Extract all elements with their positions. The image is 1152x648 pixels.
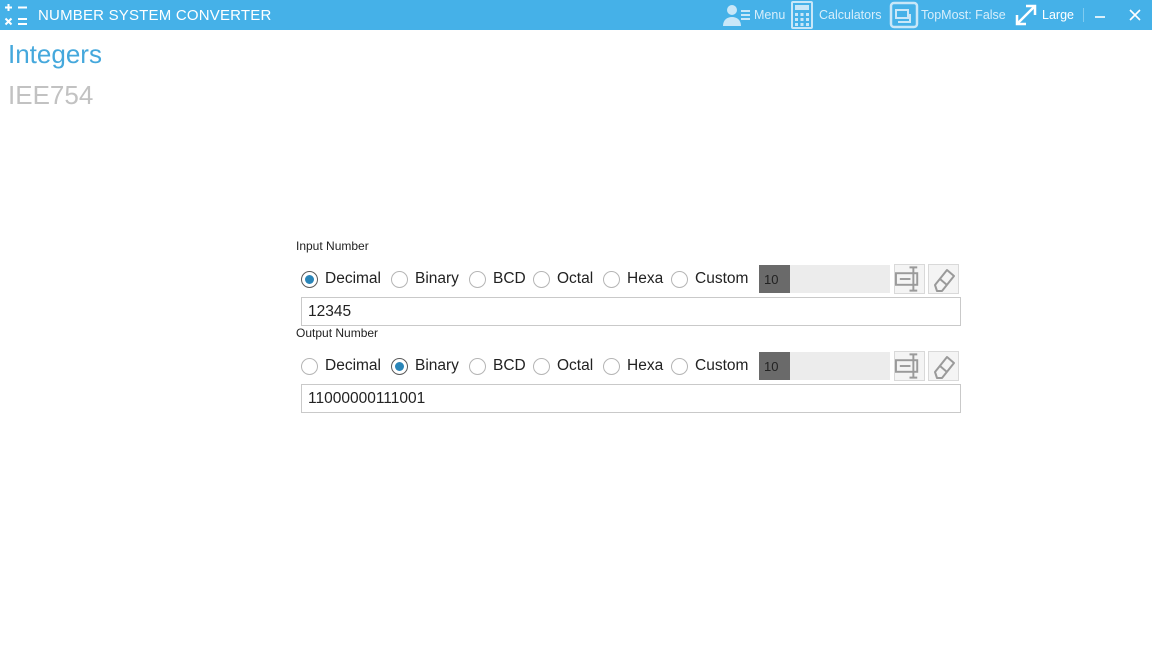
input-number-label: Input Number <box>296 239 369 253</box>
output-radio-decimal[interactable]: Decimal <box>301 352 381 380</box>
output-number-field[interactable] <box>301 384 961 413</box>
radio-circle <box>603 357 620 375</box>
output-custom-base-slider[interactable] <box>790 352 890 380</box>
input-radio-bcd[interactable]: BCD <box>469 265 526 293</box>
output-radio-hexa[interactable]: Hexa <box>603 352 663 380</box>
input-radio-decimal[interactable]: Decimal <box>301 265 381 293</box>
radio-circle <box>603 270 620 288</box>
nav-item-integers[interactable]: Integers <box>8 39 102 70</box>
radio-label: Octal <box>557 357 594 374</box>
radio-circle <box>301 357 318 375</box>
size-label: Large <box>1042 8 1074 22</box>
nav-item-iee754[interactable]: IEE754 <box>8 80 93 111</box>
radio-label: BCD <box>493 270 526 287</box>
radio-label: Decimal <box>325 357 381 374</box>
radio-circle <box>671 357 688 375</box>
calculator-grid-icon <box>2 1 27 26</box>
titlebar-divider <box>1083 8 1084 22</box>
menu-button[interactable]: Menu <box>722 0 785 30</box>
text-cursor-box-icon <box>895 353 919 379</box>
radio-label: Octal <box>557 270 594 287</box>
radio-circle <box>671 270 688 288</box>
input-custom-base-slider[interactable] <box>790 265 890 293</box>
input-radio-octal[interactable]: Octal <box>533 265 593 293</box>
menu-label: Menu <box>754 8 786 22</box>
output-custom-base[interactable]: 10 <box>759 352 790 380</box>
input-paste-button[interactable] <box>894 264 925 294</box>
radio-circle <box>533 270 550 288</box>
radio-circle <box>469 270 486 288</box>
output-copy-button[interactable] <box>894 351 925 381</box>
input-clear-button[interactable] <box>928 264 959 294</box>
close-icon <box>1129 9 1141 21</box>
radio-label: Hexa <box>627 270 664 287</box>
calculator-icon <box>791 1 813 29</box>
expand-arrow-icon <box>1015 4 1037 26</box>
close-button[interactable] <box>1120 0 1150 30</box>
app-title: NUMBER SYSTEM CONVERTER <box>38 7 272 24</box>
minimize-icon <box>1095 16 1105 18</box>
calculators-button[interactable]: Calculators <box>790 0 882 30</box>
radio-label: Hexa <box>627 357 664 374</box>
minimize-button[interactable] <box>1085 0 1115 30</box>
output-radio-binary[interactable]: Binary <box>391 352 459 380</box>
output-clear-button[interactable] <box>928 351 959 381</box>
radio-label: Decimal <box>325 270 381 287</box>
topmost-label: TopMost: False <box>921 8 1006 22</box>
eraser-icon <box>933 356 955 379</box>
user-menu-icon <box>723 5 750 26</box>
output-radio-bcd[interactable]: BCD <box>469 352 526 380</box>
output-radio-octal[interactable]: Octal <box>533 352 593 380</box>
radio-circle <box>391 357 408 375</box>
radio-label: Binary <box>415 270 459 287</box>
input-radio-binary[interactable]: Binary <box>391 265 459 293</box>
radio-label: Custom <box>695 357 749 374</box>
radio-circle <box>301 270 318 288</box>
title-bar: NUMBER SYSTEM CONVERTER Menu Calculators… <box>0 0 1152 30</box>
radio-circle <box>469 357 486 375</box>
size-toggle[interactable]: Large <box>1014 0 1074 30</box>
eraser-icon <box>933 269 955 292</box>
radio-label: Binary <box>415 357 459 374</box>
output-number-label: Output Number <box>296 326 379 340</box>
window-pin-icon <box>889 1 919 29</box>
input-radio-hexa[interactable]: Hexa <box>603 265 663 293</box>
input-radio-custom[interactable]: Custom <box>671 265 748 293</box>
text-cursor-box-icon <box>895 266 919 292</box>
radio-circle <box>391 270 408 288</box>
calculators-label: Calculators <box>819 8 882 22</box>
radio-label: BCD <box>493 357 526 374</box>
radio-label: Custom <box>695 270 749 287</box>
output-radio-custom[interactable]: Custom <box>671 352 748 380</box>
radio-circle <box>533 357 550 375</box>
topmost-toggle[interactable]: TopMost: False <box>889 0 1006 30</box>
input-custom-base[interactable]: 10 <box>759 265 790 293</box>
input-number-field[interactable] <box>301 297 961 326</box>
